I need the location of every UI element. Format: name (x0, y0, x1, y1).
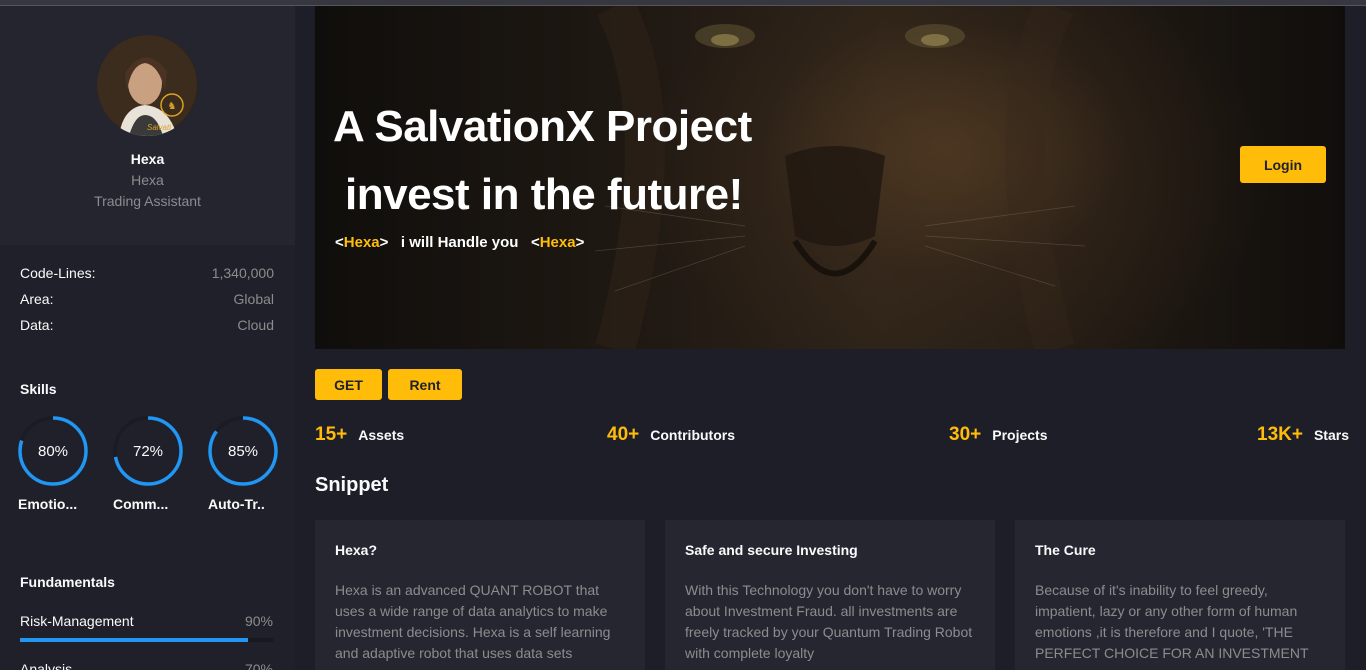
snippet-card: Hexa? Hexa is an advanced QUANT ROBOT th… (315, 520, 645, 670)
progress-track (20, 638, 273, 642)
avatar: ♞ Salvati (97, 35, 198, 136)
avatar-badge-text: Salvati (147, 123, 171, 132)
hero-subtitle-text: i will Handle you (400, 234, 519, 251)
hero-title-line1: A SalvationX Project (333, 102, 752, 151)
skills-title: Skills (20, 381, 57, 397)
skill-name: Comm... (113, 496, 169, 512)
info-row: Data: Cloud (20, 317, 274, 343)
fundamentals-title: Fundamentals (20, 574, 115, 590)
stat-assets: 15+ Assets (315, 424, 404, 446)
info-key: Code-Lines: (20, 265, 96, 281)
skill-name: Auto-Tr.. (208, 496, 265, 512)
stat-contributors: 40+ Contributors (607, 424, 735, 446)
stat-projects: 30+ Projects (949, 424, 1047, 446)
card-text: With this Technology you don't have to w… (685, 582, 973, 661)
stat-number: 15+ (315, 424, 348, 445)
card-text: Because of it's inability to feel greedy… (1035, 582, 1309, 661)
fundamental-name: Analysis (20, 661, 73, 670)
profile-card: ♞ Salvati Hexa Hexa Trading Assistant (0, 6, 295, 245)
hero-subtitle: <Hexa> i will Handle you <Hexa> (335, 234, 585, 251)
info-key: Data: (20, 317, 54, 333)
profile-subtitle: Hexa (131, 172, 164, 188)
skill-circle: 72% Comm... (113, 416, 183, 512)
stat-label: Stars (1313, 427, 1349, 443)
get-button[interactable]: GET (315, 369, 382, 400)
skill-percent: 80% (37, 442, 69, 460)
card-title: Safe and secure Investing (685, 542, 858, 558)
fundamental-bar: Risk-Management 90% (20, 613, 273, 642)
info-row: Area: Global (20, 291, 274, 317)
snippet-card: The Cure Because of it's inability to fe… (1015, 520, 1345, 670)
hero-tag: Hexa (539, 234, 576, 251)
info-value: Global (233, 291, 274, 307)
rent-button[interactable]: Rent (388, 369, 462, 400)
svg-text:♞: ♞ (168, 101, 177, 112)
info-value: Cloud (237, 317, 274, 333)
snippet-title: Snippet (315, 474, 389, 496)
profile-role: Trading Assistant (94, 193, 201, 209)
info-list: Code-Lines: 1,340,000 Area: Global Data:… (0, 245, 295, 343)
skills-circles: 80% Emotio... 72% Comm... 85% Auto-Tr.. (18, 416, 280, 516)
sidebar: ♞ Salvati Hexa Hexa Trading Assistant Co… (0, 6, 295, 670)
progress-fill (20, 638, 248, 642)
stat-number: 40+ (607, 424, 640, 445)
stat-stars: 13K+ Stars (1257, 424, 1349, 446)
card-text: Hexa is an advanced QUANT ROBOT that use… (335, 582, 611, 661)
hero-title-line2: invest in the future! (345, 170, 743, 219)
hero-banner: A SalvationX Project invest in the futur… (315, 6, 1345, 349)
card-title: Hexa? (335, 542, 378, 558)
skill-name: Emotio... (18, 496, 78, 512)
stat-label: Projects (992, 427, 1048, 443)
hero-tag: Hexa (343, 234, 380, 251)
card-title: The Cure (1035, 542, 1096, 558)
skill-circle: 85% Auto-Tr.. (208, 416, 278, 512)
stat-number: 30+ (949, 424, 982, 445)
login-button[interactable]: Login (1240, 146, 1326, 183)
stat-number: 13K+ (1257, 424, 1303, 445)
fundamental-value: 90% (244, 613, 273, 629)
info-row: Code-Lines: 1,340,000 (20, 265, 274, 291)
fundamental-bar: Analysis 70% (20, 661, 273, 670)
stat-label: Contributors (650, 427, 735, 443)
skill-circle: 80% Emotio... (18, 416, 88, 512)
fundamental-name: Risk-Management (20, 613, 134, 629)
profile-name: Hexa (130, 151, 165, 167)
stat-label: Assets (358, 427, 405, 443)
skill-percent: 72% (132, 442, 164, 460)
info-key: Area: (20, 291, 54, 307)
snippet-card: Safe and secure Investing With this Tech… (665, 520, 995, 670)
skill-percent: 85% (227, 442, 259, 460)
fundamental-value: 70% (244, 661, 273, 670)
info-value: 1,340,000 (211, 265, 274, 281)
